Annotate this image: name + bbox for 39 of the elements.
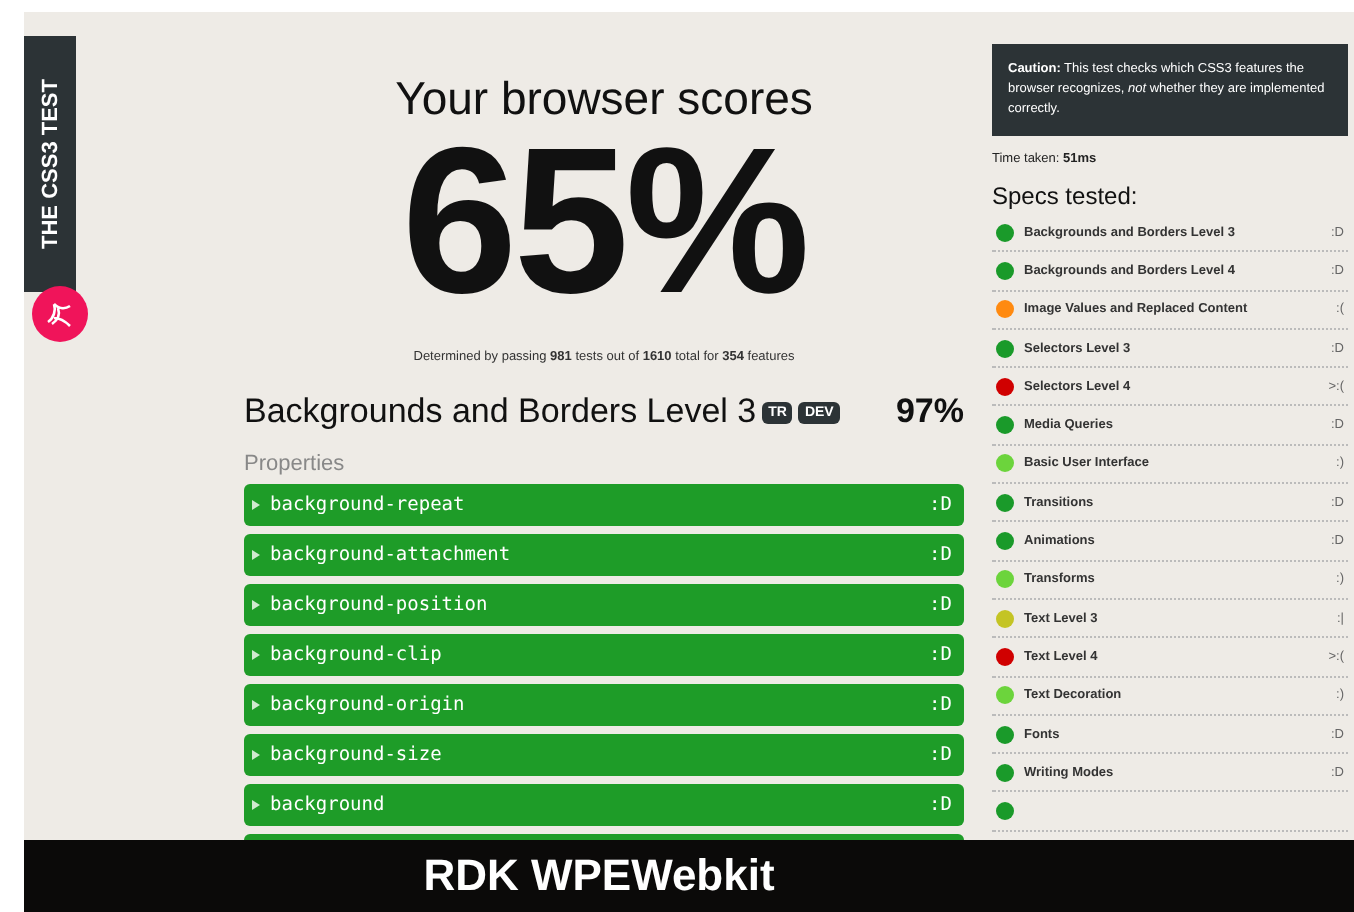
property-name: background-position bbox=[270, 594, 488, 616]
property-result: :D bbox=[929, 494, 952, 516]
property-result: :D bbox=[929, 794, 952, 816]
property-result: :D bbox=[929, 694, 952, 716]
property-row[interactable]: background-size :D bbox=[244, 734, 964, 776]
spec-title: Backgrounds and Borders Level 3 bbox=[244, 392, 757, 432]
expand-icon bbox=[252, 650, 260, 660]
expand-icon bbox=[252, 500, 260, 510]
property-name: background bbox=[270, 794, 385, 816]
expand-icon bbox=[252, 800, 260, 810]
property-result: :D bbox=[929, 744, 952, 766]
property-name: background-repeat bbox=[270, 494, 465, 516]
property-name: background-size bbox=[270, 744, 442, 766]
property-result: :D bbox=[929, 544, 952, 566]
property-name: background-origin bbox=[270, 694, 465, 716]
property-result: :D bbox=[929, 644, 952, 666]
side-tab[interactable]: THE CSS3 TEST bbox=[24, 36, 76, 292]
expand-icon bbox=[252, 550, 260, 560]
specs-heading: Specs tested: bbox=[992, 182, 1140, 210]
property-row[interactable]: background-clip :D bbox=[244, 634, 964, 676]
property-row[interactable]: background :D bbox=[244, 784, 964, 826]
property-name: background-attachment bbox=[270, 544, 511, 566]
status-dot bbox=[996, 802, 1014, 821]
expand-icon bbox=[252, 700, 260, 710]
property-row[interactable]: background-origin :D bbox=[244, 684, 964, 726]
caption-text: RDK WPEWebkit bbox=[423, 850, 775, 902]
section-label: Properties bbox=[244, 452, 347, 476]
side-tab-label: THE CSS3 TEST bbox=[38, 79, 62, 249]
property-result: :D bbox=[929, 594, 952, 616]
property-row[interactable]: background-attachment :D bbox=[244, 534, 964, 576]
property-row[interactable]: background-repeat :D bbox=[244, 484, 964, 526]
score-value: 65% bbox=[401, 126, 807, 318]
property-row[interactable]: background-position :D bbox=[244, 584, 964, 626]
score-heading: Your browser scores bbox=[393, 72, 815, 126]
expand-icon bbox=[252, 750, 260, 760]
spec-percent: 97% bbox=[895, 392, 964, 432]
logo-icon bbox=[30, 284, 90, 344]
expand-icon bbox=[252, 600, 260, 610]
property-name: background-clip bbox=[270, 644, 442, 666]
